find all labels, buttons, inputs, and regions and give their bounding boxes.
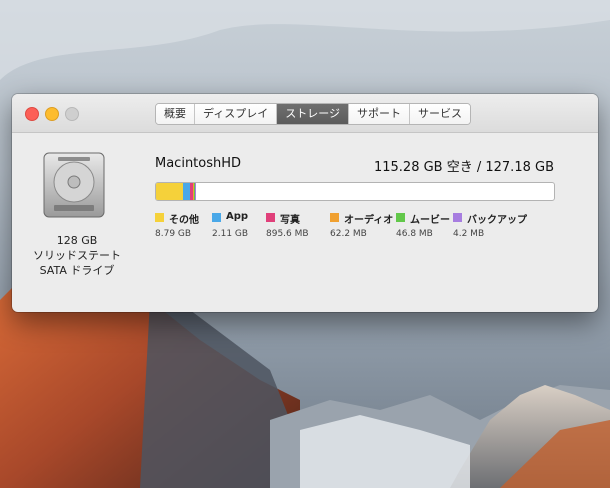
bar-segment-apps [183, 183, 190, 200]
disk-capacity: 115.28 GB 空き / 127.18 GB [373, 160, 554, 175]
title-bar: 概要 ディスプレイ ストレージ サポート サービス [12, 94, 598, 133]
legend-label-photos: 写真 [280, 215, 300, 226]
legend-label-audio: オーディオ [344, 215, 394, 226]
tab-service[interactable]: サービス [410, 104, 471, 124]
bar-segment-backups [195, 183, 196, 200]
legend-swatch-audio [330, 213, 339, 222]
hard-drive-icon [43, 152, 105, 218]
legend-label-apps: App [226, 211, 249, 222]
legend-swatch-apps [212, 213, 221, 222]
tab-bar: 概要 ディスプレイ ストレージ サポート サービス [155, 103, 472, 125]
legend-label-movies: ムービー [410, 215, 450, 226]
legend-label-other: その他 [169, 215, 199, 226]
tab-displays[interactable]: ディスプレイ [195, 104, 278, 124]
tab-support[interactable]: サポート [349, 104, 411, 124]
drive-type-line1: ソリッドステート [33, 249, 121, 262]
about-this-mac-window: 概要 ディスプレイ ストレージ サポート サービス 128 GB ソリッドステー… [12, 94, 598, 312]
tab-overview[interactable]: 概要 [156, 104, 195, 124]
drive-info: 128 GB ソリッドステート SATA ドライブ [32, 233, 122, 278]
tab-storage[interactable]: ストレージ [277, 104, 350, 124]
legend-size-audio: 62.2 MB [330, 229, 367, 239]
close-button[interactable] [25, 107, 39, 121]
legend-size-other: 8.79 GB [155, 229, 192, 239]
disk-name: MacintoshHD [155, 156, 242, 171]
legend-size-photos: 895.6 MB [266, 229, 309, 239]
drive-capacity-label: 128 GB [56, 234, 98, 247]
bar-segment-other [156, 183, 183, 200]
storage-usage-bar [155, 182, 555, 201]
zoom-button[interactable] [65, 107, 79, 121]
legend-size-movies: 46.8 MB [396, 229, 433, 239]
legend-swatch-photos [266, 213, 275, 222]
legend-size-backups: 4.2 MB [453, 229, 485, 239]
storage-legend: その他 8.79 GB App 2.11 GB 写真 895.6 MB オーディ… [155, 211, 575, 251]
legend-swatch-backups [453, 213, 462, 222]
legend-label-backups: バックアップ [467, 215, 527, 226]
legend-swatch-movies [396, 213, 405, 222]
legend-size-apps: 2.11 GB [212, 229, 249, 239]
drive-type-line2: SATA ドライブ [39, 264, 115, 277]
storage-panel: 128 GB ソリッドステート SATA ドライブ MacintoshHD 11… [12, 133, 598, 312]
minimize-button[interactable] [45, 107, 59, 121]
legend-swatch-other [155, 213, 164, 222]
